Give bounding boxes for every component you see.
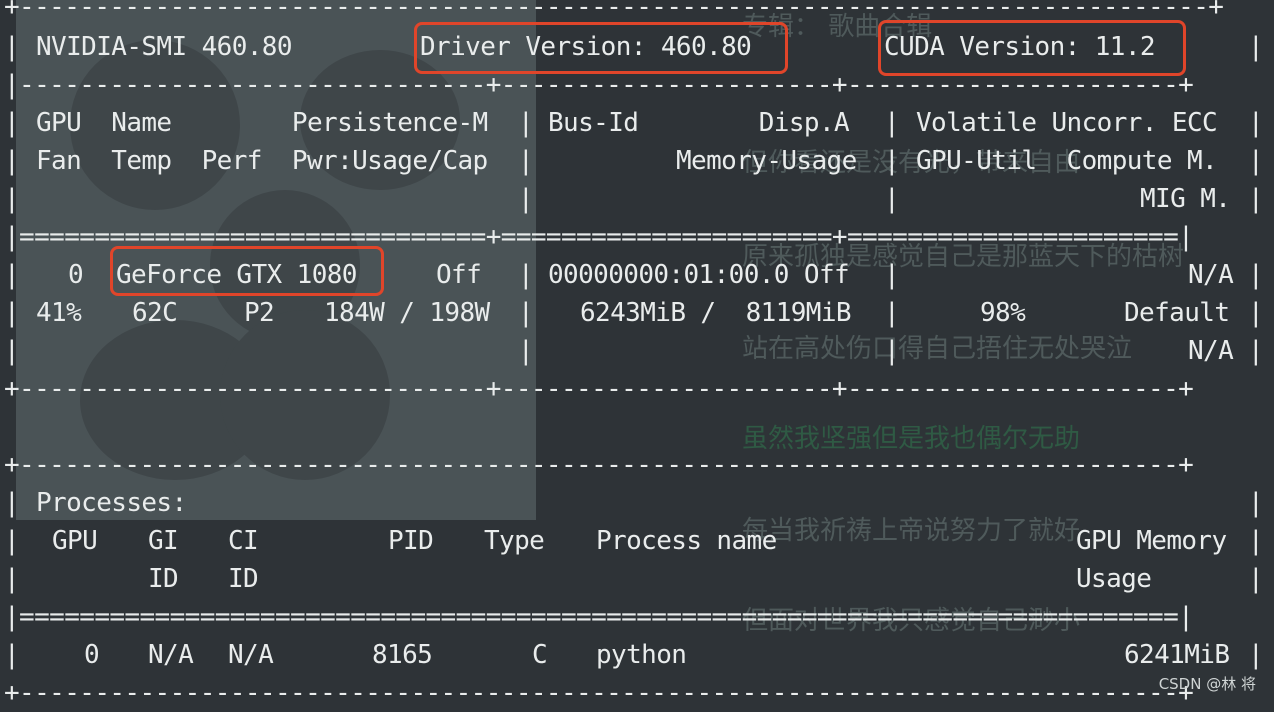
gpu-compute-mode: Default: [1124, 298, 1230, 328]
highlight-gpu-name-box: [110, 246, 384, 296]
bar: | | |: [1248, 488, 1264, 594]
bar: | | |: [1248, 108, 1264, 214]
bar: |: [1248, 640, 1264, 670]
processes-title: Processes:: [36, 488, 187, 518]
proc-header-pid: PID: [388, 526, 434, 556]
smi-version: NVIDIA-SMI 460.80: [36, 32, 293, 62]
proc-header-mem: GPU Memory: [1076, 526, 1227, 556]
watermark: CSDN @林 将: [1158, 675, 1256, 693]
proc-gi: N/A: [148, 640, 194, 670]
gpu-perf: P2: [244, 298, 275, 328]
gpu-util: 98%: [980, 298, 1026, 328]
table-divider: +---------------------------------------…: [4, 450, 1194, 480]
highlight-driver-box: [414, 22, 788, 74]
bar: | | |: [518, 260, 534, 366]
ghost-lyric: 每当我祈祷上帝说努力了就好: [742, 516, 1081, 546]
proc-header-gpu: GPU: [52, 526, 98, 556]
gpu-mig: N/A: [1188, 336, 1234, 366]
gpu-header-col3-row3: MIG M.: [1140, 184, 1231, 214]
proc-header-type: Type: [484, 526, 545, 556]
ghost-lyric: 站在高处伤口得自己捂住无处哭泣: [742, 334, 1133, 364]
bar: |: [4, 32, 20, 62]
table-divider: |=======================================…: [4, 602, 1194, 632]
bar: | | |: [884, 108, 900, 214]
highlight-cuda-box: [878, 20, 1186, 76]
bar: |: [1248, 32, 1264, 62]
proc-header-ci-id: ID: [228, 564, 259, 594]
proc-header-name: Process name: [596, 526, 777, 556]
gpu-header-col2-row2: Memory-Usage: [676, 146, 857, 176]
bar: |: [4, 640, 20, 670]
bar: | | |: [884, 260, 900, 366]
gpu-memory: 6243MiB / 8119MiB: [580, 298, 852, 328]
gpu-header-col3-row2: GPU-Util Compute M.: [916, 146, 1218, 176]
gpu-header-col2-row1: Bus-Id Disp.A: [548, 108, 850, 138]
proc-mem: 6241MiB: [1124, 640, 1230, 670]
bar: | | |: [518, 108, 534, 214]
gpu-fan: 41%: [36, 298, 82, 328]
gpu-header-col1-row2: Fan Temp Perf Pwr:Usage/Cap: [36, 146, 488, 176]
bar: | | |: [1248, 260, 1264, 366]
table-divider: +-------------------------------+-------…: [4, 374, 1194, 404]
bar: | | |: [4, 260, 20, 366]
proc-gpu: 0: [84, 640, 100, 670]
proc-type: C: [532, 640, 548, 670]
bar: | | |: [4, 108, 20, 214]
gpu-index: 0: [68, 260, 84, 290]
proc-ci: N/A: [228, 640, 274, 670]
gpu-ecc: N/A: [1188, 260, 1234, 290]
proc-header-gi: GI: [148, 526, 179, 556]
proc-name: python: [596, 640, 687, 670]
table-divider: +---------------------------------------…: [4, 678, 1194, 708]
gpu-persistence: Off: [436, 260, 482, 290]
gpu-header-col1-row1: GPU Name Persistence-M: [36, 108, 488, 138]
proc-header-mem-usage: Usage: [1076, 564, 1152, 594]
gpu-power: 184W / 198W: [324, 298, 490, 328]
gpu-bus-disp: 00000000:01:00.0 Off: [548, 260, 850, 290]
proc-pid: 8165: [372, 640, 433, 670]
gpu-temp: 62C: [132, 298, 178, 328]
gpu-header-col3-row1: Volatile Uncorr. ECC: [916, 108, 1218, 138]
proc-header-gi-id: ID: [148, 564, 179, 594]
bar: | | |: [4, 488, 20, 594]
proc-header-ci: CI: [228, 526, 259, 556]
